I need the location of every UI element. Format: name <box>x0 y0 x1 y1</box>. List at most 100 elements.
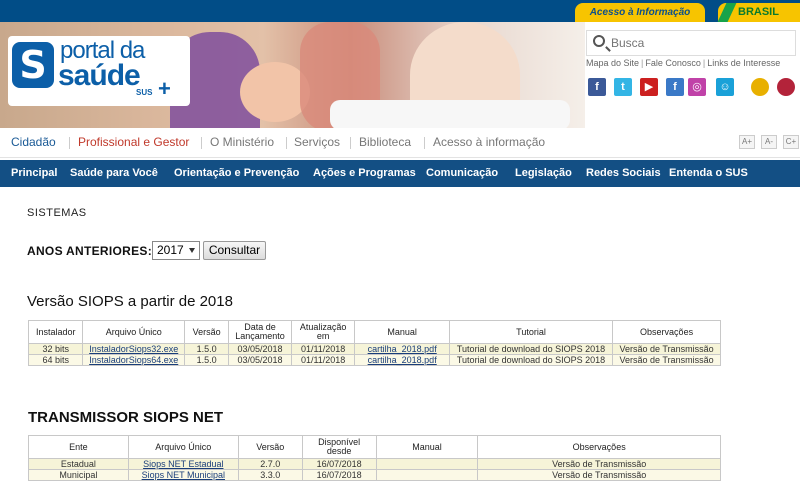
fale-conosco-link[interactable]: Fale Conosco <box>645 58 701 68</box>
gov-top-bar: Acesso à Informação BRASIL <box>0 0 800 22</box>
nav-cidadao[interactable]: Cidadão <box>11 135 56 149</box>
table-cell: cartilha_2018.pdf <box>354 354 450 366</box>
table-cell: Tutorial de download do SIOPS 2018 <box>448 343 614 355</box>
instagram-icon[interactable]: ◎ <box>688 78 706 96</box>
logo-sus: SUS <box>136 88 153 97</box>
twitter-icon[interactable]: t <box>614 78 632 96</box>
column-header: Disponível desde <box>301 435 377 459</box>
nav-acesso-informacao[interactable]: Acesso à informação <box>433 135 545 149</box>
search-input[interactable] <box>611 34 791 52</box>
table-cell: Siops NET Estadual <box>127 458 239 470</box>
subnav-entenda-sus[interactable]: Entenda o SUS <box>669 167 748 179</box>
youtube-icon[interactable]: ▶ <box>640 78 658 96</box>
column-header: Arquivo Único <box>127 435 239 459</box>
table-cell: 3.3.0 <box>237 469 303 481</box>
table-cell: Siops NET Municipal <box>127 469 239 481</box>
sistemas-heading: SISTEMAS <box>27 207 87 219</box>
download-link[interactable]: cartilha_2018.pdf <box>368 344 437 354</box>
table-cell: Tutorial de download do SIOPS 2018 <box>448 354 614 366</box>
column-header: Atualização em <box>290 320 356 344</box>
chat-icon[interactable]: ☺ <box>716 78 734 96</box>
column-header: Manual <box>375 435 479 459</box>
sub-navigation: Principal Saúde para Você Orientação e P… <box>0 160 800 187</box>
subnav-principal[interactable]: Principal <box>11 167 57 179</box>
mapa-do-site-link[interactable]: Mapa do Site <box>586 58 639 68</box>
nav-biblioteca[interactable]: Biblioteca <box>359 135 411 149</box>
download-link[interactable]: Siops NET Estadual <box>143 459 223 469</box>
column-header: Tutorial <box>448 320 614 344</box>
brasil-gov-link[interactable]: BRASIL <box>718 3 800 22</box>
table-cell: Versão de Transmissão <box>477 458 721 470</box>
table-cell: Versão de Transmissão <box>477 469 721 481</box>
column-header: Arquivo Único <box>82 320 186 344</box>
logo-s-mark: S <box>12 42 54 88</box>
download-link[interactable]: InstaladorSiops64.exe <box>89 355 178 365</box>
social-icons: f t ▶ f ◎ ☺ <box>588 78 798 98</box>
subnav-acoes-programas[interactable]: Ações e Programas <box>313 167 416 179</box>
net-table-row: Estadual Siops NET Estadual 2.7.0 16/07/201… <box>28 458 721 470</box>
table-cell: 01/11/2018 <box>290 343 356 355</box>
header-banner-image: S portal da saúde SUS + <box>0 22 585 128</box>
portal-saude-logo[interactable]: S portal da saúde SUS + <box>8 36 190 106</box>
siops-table-row: 32 bits InstaladorSiops32.exe 1.5.0 03/05/2… <box>27 343 721 355</box>
table-cell: 1.5.0 <box>184 354 230 366</box>
table-cell: Versão de Transmissão <box>612 354 721 366</box>
search-icon[interactable] <box>593 35 605 47</box>
year-select[interactable]: 2017 <box>152 241 200 260</box>
header-utility-links: Mapa do Site | Fale Conosco | Links de Inter… <box>586 58 781 68</box>
download-link[interactable]: Siops NET Municipal <box>142 470 225 480</box>
links-de-interesse-link[interactable]: Links de Interesse <box>707 58 780 68</box>
anos-anteriores-label: ANOS ANTERIORES: <box>27 244 153 258</box>
siops-net-section-title: TRANSMISSOR SIOPS NET <box>28 409 224 426</box>
table-cell: Estadual <box>28 458 129 470</box>
flickr-icon[interactable]: f <box>666 78 684 96</box>
column-header: Instalador <box>27 320 84 344</box>
consultar-button[interactable]: Consultar <box>203 241 266 260</box>
siops-download-table: Instalador Arquivo Único Versão Data de Lan… <box>27 320 721 366</box>
table-cell: 32 bits <box>27 343 84 355</box>
column-header: Versão <box>184 320 230 344</box>
nav-servicos[interactable]: Serviços <box>294 135 340 149</box>
subnav-comunicacao[interactable]: Comunicação <box>426 167 498 179</box>
english-flag-icon[interactable] <box>777 78 795 96</box>
table-cell <box>375 458 479 470</box>
nav-profissional-gestor[interactable]: Profissional e Gestor <box>78 135 189 149</box>
acesso-informacao-link[interactable]: Acesso à Informação <box>575 3 705 22</box>
column-header: Ente <box>28 435 129 459</box>
table-cell: Municipal <box>28 469 129 481</box>
main-content: SISTEMAS ANOS ANTERIORES: 2017 Consultar… <box>0 187 800 502</box>
download-link[interactable]: cartilha_2018.pdf <box>368 355 437 365</box>
contrast-button[interactable]: C+ <box>783 135 799 149</box>
subnav-orientacao-prevencao[interactable]: Orientação e Prevenção <box>174 167 299 179</box>
chevron-down-icon <box>189 248 195 253</box>
siops-section-title: Versão SIOPS a partir de 2018 <box>27 293 233 310</box>
subnav-redes-sociais[interactable]: Redes Sociais <box>586 167 661 179</box>
year-select-value: 2017 <box>157 243 184 257</box>
table-cell: Versão de Transmissão <box>612 343 721 355</box>
table-cell: 03/05/2018 <box>228 343 292 355</box>
facebook-icon[interactable]: f <box>588 78 606 96</box>
download-link[interactable]: InstaladorSiops32.exe <box>89 344 178 354</box>
column-header: Versão <box>237 435 303 459</box>
table-cell: 03/05/2018 <box>228 354 292 366</box>
font-decrease-button[interactable]: A- <box>761 135 777 149</box>
table-cell: 2.7.0 <box>237 458 303 470</box>
nav-o-ministerio[interactable]: O Ministério <box>210 135 274 149</box>
logo-plus: + <box>158 76 171 101</box>
table-cell: InstaladorSiops64.exe <box>82 354 186 366</box>
table-cell: 1.5.0 <box>184 343 230 355</box>
spanish-flag-icon[interactable] <box>751 78 769 96</box>
subnav-saude-para-voce[interactable]: Saúde para Você <box>70 167 158 179</box>
table-cell: InstaladorSiops32.exe <box>82 343 186 355</box>
main-navigation: Cidadão Profissional e Gestor O Ministér… <box>0 128 800 158</box>
subnav-legislacao[interactable]: Legislação <box>515 167 572 179</box>
siops-net-table: Ente Arquivo Único Versão Disponível desde M… <box>28 435 721 481</box>
table-cell: 64 bits <box>27 354 84 366</box>
font-increase-button[interactable]: A+ <box>739 135 755 149</box>
net-table-row: Municipal Siops NET Municipal 3.3.0 16/07/2… <box>28 469 721 481</box>
table-cell: 16/07/2018 <box>301 458 377 470</box>
search-box[interactable] <box>586 30 796 56</box>
site-header: S portal da saúde SUS + Mapa do Site|Fal… <box>0 22 800 128</box>
siops-table-row: 64 bits InstaladorSiops64.exe 1.5.0 03/05/2… <box>27 354 721 366</box>
table-cell <box>375 469 479 481</box>
